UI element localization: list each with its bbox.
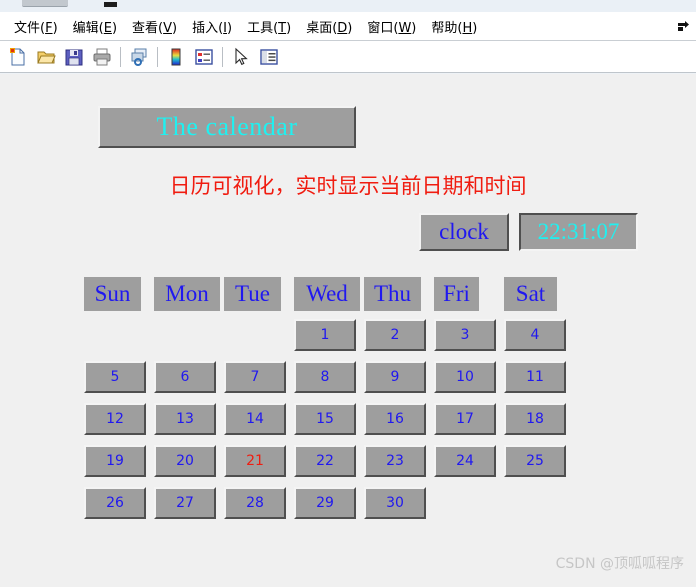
calendar-day-19[interactable]: 19 bbox=[84, 445, 146, 477]
calendar-day-13[interactable]: 13 bbox=[154, 403, 216, 435]
calendar-day-6[interactable]: 6 bbox=[154, 361, 216, 393]
weekday-header-sat: Sat bbox=[504, 277, 557, 311]
calendar-day-28[interactable]: 28 bbox=[224, 487, 286, 519]
weekday-header-mon: Mon bbox=[154, 277, 220, 311]
dock-arrow-icon[interactable] bbox=[676, 19, 690, 33]
calendar-day-10[interactable]: 10 bbox=[434, 361, 496, 393]
calendar-day-2[interactable]: 2 bbox=[364, 319, 426, 351]
weekday-header-wed: Wed bbox=[294, 277, 360, 311]
calendar-day-15[interactable]: 15 bbox=[294, 403, 356, 435]
calendar-day-25[interactable]: 25 bbox=[504, 445, 566, 477]
calendar-day-4[interactable]: 4 bbox=[504, 319, 566, 351]
app-subtitle-text: 日历可视化，实时显示当前日期和时间 bbox=[169, 174, 527, 198]
calendar-day-20[interactable]: 20 bbox=[154, 445, 216, 477]
calendar-day-1[interactable]: 1 bbox=[294, 319, 356, 351]
calendar-weekday-header: Sun Mon Tue Wed Thu Fri Sat bbox=[84, 277, 572, 311]
figure-canvas: The calendar 日历可视化，实时显示当前日期和时间 clock 22:… bbox=[0, 74, 696, 587]
calendar-day-23[interactable]: 23 bbox=[364, 445, 426, 477]
menu-item-desktop[interactable]: 桌面(D) bbox=[299, 15, 360, 38]
colorbar-icon[interactable] bbox=[163, 44, 189, 70]
weekday-header-fri: Fri bbox=[434, 277, 479, 311]
menu-item-view[interactable]: 查看(V) bbox=[125, 15, 185, 38]
toolbar-separator bbox=[157, 46, 158, 67]
calendar-day-26[interactable]: 26 bbox=[84, 487, 146, 519]
calendar-day-7[interactable]: 7 bbox=[224, 361, 286, 393]
print-figure-icon[interactable] bbox=[89, 44, 115, 70]
calendar-day-12[interactable]: 12 bbox=[84, 403, 146, 435]
plot-browser-icon[interactable] bbox=[256, 44, 282, 70]
app-title-panel: The calendar bbox=[98, 106, 356, 148]
save-figure-icon[interactable] bbox=[61, 44, 87, 70]
calendar-day-24[interactable]: 24 bbox=[434, 445, 496, 477]
calendar-day-14[interactable]: 14 bbox=[224, 403, 286, 435]
calendar-day-8[interactable]: 8 bbox=[294, 361, 356, 393]
calendar-day-3[interactable]: 3 bbox=[434, 319, 496, 351]
calendar-day-5[interactable]: 5 bbox=[84, 361, 146, 393]
calendar-day-18[interactable]: 18 bbox=[504, 403, 566, 435]
clock-label-text: clock bbox=[439, 219, 489, 244]
titlebar-tab-chip[interactable] bbox=[22, 0, 68, 7]
new-figure-icon[interactable] bbox=[5, 44, 31, 70]
menu-item-tools[interactable]: 工具(T) bbox=[240, 15, 299, 38]
calendar-day-9[interactable]: 9 bbox=[364, 361, 426, 393]
weekday-header-tue: Tue bbox=[224, 277, 281, 311]
calendar-day-22[interactable]: 22 bbox=[294, 445, 356, 477]
weekday-header-thu: Thu bbox=[364, 277, 421, 311]
link-plot-icon[interactable] bbox=[126, 44, 152, 70]
clock-display-field[interactable]: 22:31:07 bbox=[519, 213, 638, 251]
calendar-day-grid: 1 2 3 4 5 6 7 8 9 10 11 12 13 14 15 16 17 18 19 20 21 22 23 24 2… bbox=[84, 319, 572, 519]
open-file-icon[interactable] bbox=[33, 44, 59, 70]
toolbar bbox=[0, 41, 696, 73]
window-titlebar bbox=[0, 0, 696, 12]
menu-item-edit[interactable]: 编辑(E) bbox=[66, 15, 125, 38]
clock-label-panel[interactable]: clock bbox=[419, 213, 509, 251]
menu-item-window[interactable]: 窗口(W) bbox=[360, 15, 424, 38]
watermark-text: CSDN @顶呱呱程序 bbox=[555, 556, 684, 572]
legend-icon[interactable] bbox=[191, 44, 217, 70]
menu-item-help[interactable]: 帮助(H) bbox=[424, 15, 485, 38]
calendar-day-30[interactable]: 30 bbox=[364, 487, 426, 519]
calendar-day-17[interactable]: 17 bbox=[434, 403, 496, 435]
pointer-select-icon[interactable] bbox=[228, 44, 254, 70]
figure-window: 文件(F) 编辑(E) 查看(V) 插入(I) 工具(T) 桌面(D) 窗口(W) 帮助(H) bbox=[0, 0, 696, 587]
menu-bar: 文件(F) 编辑(E) 查看(V) 插入(I) 工具(T) 桌面(D) 窗口(W) 帮助(H) bbox=[0, 12, 696, 41]
menu-item-file[interactable]: 文件(F) bbox=[7, 15, 66, 38]
calendar-day-29[interactable]: 29 bbox=[294, 487, 356, 519]
calendar-day-21[interactable]: 21 bbox=[224, 445, 286, 477]
app-title-text: The calendar bbox=[156, 112, 298, 141]
calendar-day-11[interactable]: 11 bbox=[504, 361, 566, 393]
weekday-header-sun: Sun bbox=[84, 277, 141, 311]
menu-item-insert[interactable]: 插入(I) bbox=[185, 15, 240, 38]
calendar-day-16[interactable]: 16 bbox=[364, 403, 426, 435]
titlebar-marker bbox=[104, 2, 117, 7]
calendar-day-27[interactable]: 27 bbox=[154, 487, 216, 519]
clock-time-text: 22:31:07 bbox=[537, 219, 620, 244]
toolbar-separator bbox=[120, 46, 121, 67]
toolbar-separator bbox=[222, 46, 223, 67]
